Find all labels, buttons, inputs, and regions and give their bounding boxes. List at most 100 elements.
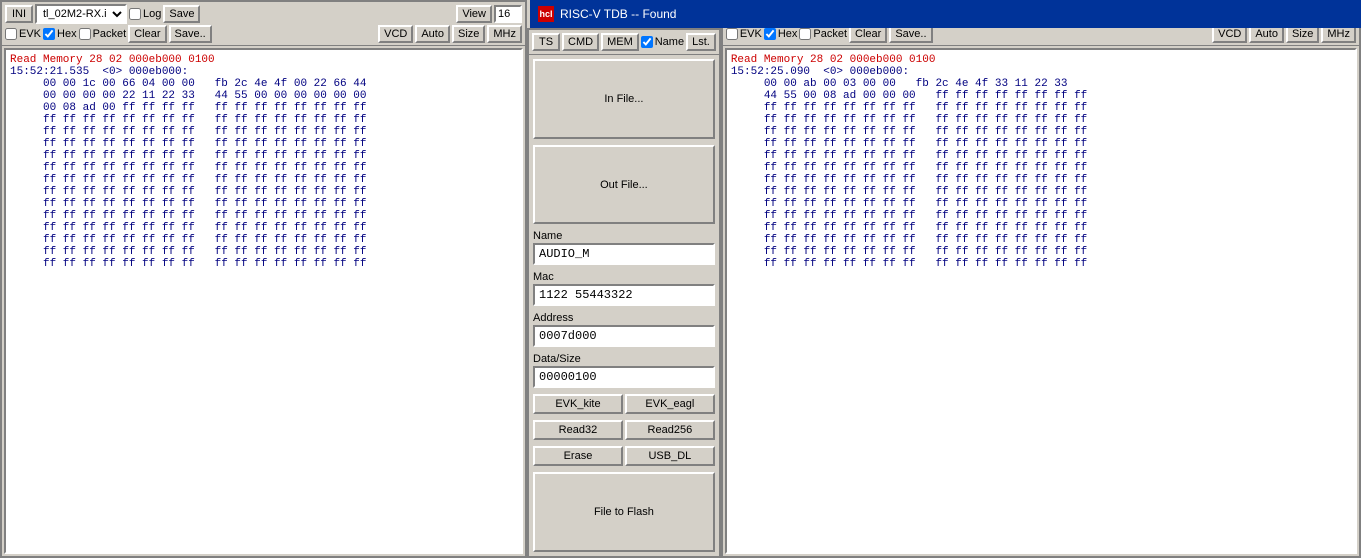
in-file-button[interactable]: In File... bbox=[533, 59, 715, 139]
left-toolbar-row1: INI tl_02M2-RX.i Log Save View bbox=[5, 4, 522, 24]
right-hex-label: Hex bbox=[778, 28, 798, 40]
right-hex-header: Read Memory 28 02 000eb000 0100 bbox=[731, 54, 1351, 66]
ts-button[interactable]: TS bbox=[532, 33, 560, 51]
right-evk-label: EVK bbox=[740, 28, 762, 40]
left-save-dots-button[interactable]: Save.. bbox=[169, 25, 212, 43]
left-hex-line: 00 08 ad 00 ff ff ff ff ff ff ff ff ff f… bbox=[10, 102, 517, 114]
right-hex-line: ff ff ff ff ff ff ff ff ff ff ff ff ff f… bbox=[731, 114, 1351, 126]
erase-button[interactable]: Erase bbox=[533, 446, 623, 466]
right-hex-line: ff ff ff ff ff ff ff ff ff ff ff ff ff f… bbox=[731, 234, 1351, 246]
left-hex-line: ff ff ff ff ff ff ff ff ff ff ff ff ff f… bbox=[10, 114, 517, 126]
left-packet-checkbox[interactable] bbox=[79, 28, 91, 40]
right-hex-line: ff ff ff ff ff ff ff ff ff ff ff ff ff f… bbox=[731, 162, 1351, 174]
right-hex-line: ff ff ff ff ff ff ff ff ff ff ff ff ff f… bbox=[731, 186, 1351, 198]
address-field-group: Address bbox=[533, 312, 715, 347]
left-size-button[interactable]: Size bbox=[452, 25, 485, 43]
right-panel: INI tl_02M2-T0.i Log Save View ▶ EVK Hex… bbox=[721, 0, 1361, 558]
left-packet-label: Packet bbox=[93, 28, 127, 40]
dialog-body: In File... Out File... Name Mac Address … bbox=[529, 55, 719, 556]
right-hex-line: ff ff ff ff ff ff ff ff ff ff ff ff ff f… bbox=[731, 102, 1351, 114]
right-hex-line: ff ff ff ff ff ff ff ff ff ff ff ff ff f… bbox=[731, 126, 1351, 138]
name-field-label: Name bbox=[533, 230, 715, 242]
left-toolbar: INI tl_02M2-RX.i Log Save View EVK Hex P… bbox=[2, 2, 525, 46]
lst-button[interactable]: Lst. bbox=[686, 33, 716, 51]
left-hex-line: ff ff ff ff ff ff ff ff ff ff ff ff ff f… bbox=[10, 222, 517, 234]
main-container: INI tl_02M2-RX.i Log Save View EVK Hex P… bbox=[0, 0, 1361, 558]
left-hex-header: Read Memory 28 02 000eb000 0100 bbox=[10, 54, 517, 66]
right-hex-line: ff ff ff ff ff ff ff ff ff ff ff ff ff f… bbox=[731, 246, 1351, 258]
left-hex-content: Read Memory 28 02 000eb000 0100 15:52:21… bbox=[4, 48, 523, 554]
left-clear-button[interactable]: Clear bbox=[128, 25, 166, 43]
dialog-toolbar: TS CMD MEM Name Lst. bbox=[529, 30, 719, 55]
data-size-input[interactable] bbox=[533, 366, 715, 388]
usb-dl-button[interactable]: USB_DL bbox=[625, 446, 715, 466]
read32-button[interactable]: Read32 bbox=[533, 420, 623, 440]
left-vcd-button[interactable]: VCD bbox=[378, 25, 413, 43]
left-auto-button[interactable]: Auto bbox=[415, 25, 450, 43]
right-hex-checkbox[interactable] bbox=[764, 28, 776, 40]
left-log-label: Log bbox=[143, 8, 161, 20]
left-hex-line: ff ff ff ff ff ff ff ff ff ff ff ff ff f… bbox=[10, 138, 517, 150]
left-log-checkbox[interactable] bbox=[129, 8, 141, 20]
left-panel: INI tl_02M2-RX.i Log Save View EVK Hex P… bbox=[0, 0, 527, 558]
left-hex-line: 00 00 00 00 22 11 22 33 44 55 00 00 00 0… bbox=[10, 90, 517, 102]
address-input[interactable] bbox=[533, 325, 715, 347]
left-view-button[interactable]: View bbox=[456, 5, 492, 23]
data-size-field-label: Data/Size bbox=[533, 353, 715, 365]
right-hex-line: ff ff ff ff ff ff ff ff ff ff ff ff ff f… bbox=[731, 138, 1351, 150]
address-field-label: Address bbox=[533, 312, 715, 324]
cmd-button[interactable]: CMD bbox=[562, 33, 599, 51]
right-hex-line: ff ff ff ff ff ff ff ff ff ff ff ff ff f… bbox=[731, 150, 1351, 162]
erase-btn-row: Erase USB_DL bbox=[533, 446, 715, 466]
left-hex-line: ff ff ff ff ff ff ff ff ff ff ff ff ff f… bbox=[10, 234, 517, 246]
title-text: RISC-V TDB -- Found bbox=[560, 7, 676, 21]
right-hex-line: 00 00 ab 00 03 00 00 fb 2c 4e 4f 33 11 2… bbox=[731, 78, 1351, 90]
right-packet-label: Packet bbox=[813, 28, 847, 40]
data-size-field-group: Data/Size bbox=[533, 353, 715, 388]
right-hex-content: Read Memory 28 02 000eb000 0100 15:52:25… bbox=[725, 48, 1357, 554]
left-ini-button[interactable]: INI bbox=[5, 5, 33, 23]
right-hex-line: ff ff ff ff ff ff ff ff ff ff ff ff ff f… bbox=[731, 174, 1351, 186]
right-hex-line: ff ff ff ff ff ff ff ff ff ff ff ff ff f… bbox=[731, 222, 1351, 234]
right-hex-lines: 00 00 ab 00 03 00 00 fb 2c 4e 4f 33 11 2… bbox=[731, 78, 1351, 270]
left-hex-line: 00 00 1c 00 66 04 00 00 fb 2c 4e 4f 00 2… bbox=[10, 78, 517, 90]
title-bar: hcl RISC-V TDB -- Found bbox=[530, 0, 1361, 28]
left-device-dropdown[interactable]: tl_02M2-RX.i bbox=[35, 4, 127, 24]
left-save-button[interactable]: Save bbox=[163, 5, 200, 23]
left-hex-label: Hex bbox=[57, 28, 77, 40]
right-hex-line: ff ff ff ff ff ff ff ff ff ff ff ff ff f… bbox=[731, 198, 1351, 210]
left-toolbar-row2: EVK Hex Packet Clear Save.. VCD Auto Siz… bbox=[5, 25, 522, 43]
mac-input[interactable] bbox=[533, 284, 715, 306]
left-view-num[interactable] bbox=[494, 5, 522, 23]
left-hex-line: ff ff ff ff ff ff ff ff ff ff ff ff ff f… bbox=[10, 174, 517, 186]
right-hex-line: ff ff ff ff ff ff ff ff ff ff ff ff ff f… bbox=[731, 258, 1351, 270]
dialog-name-label: Name bbox=[655, 36, 684, 48]
left-hex-line: ff ff ff ff ff ff ff ff ff ff ff ff ff f… bbox=[10, 150, 517, 162]
file-to-flash-button[interactable]: File to Flash bbox=[533, 472, 715, 552]
evk-kite-button[interactable]: EVK_kite bbox=[533, 394, 623, 414]
left-hex-line: ff ff ff ff ff ff ff ff ff ff ff ff ff f… bbox=[10, 126, 517, 138]
right-evk-checkbox[interactable] bbox=[726, 28, 738, 40]
dialog-name-checkbox[interactable] bbox=[641, 36, 653, 48]
name-field-group: Name bbox=[533, 230, 715, 265]
left-hex-line: ff ff ff ff ff ff ff ff ff ff ff ff ff f… bbox=[10, 198, 517, 210]
left-mhz-button[interactable]: MHz bbox=[487, 25, 522, 43]
left-hex-line: ff ff ff ff ff ff ff ff ff ff ff ff ff f… bbox=[10, 246, 517, 258]
left-hex-line: ff ff ff ff ff ff ff ff ff ff ff ff ff f… bbox=[10, 162, 517, 174]
evk-eagle-button[interactable]: EVK_eagl bbox=[625, 394, 715, 414]
mac-field-label: Mac bbox=[533, 271, 715, 283]
left-evk-label: EVK bbox=[19, 28, 41, 40]
name-input[interactable] bbox=[533, 243, 715, 265]
out-file-button[interactable]: Out File... bbox=[533, 145, 715, 225]
left-evk-checkbox[interactable] bbox=[5, 28, 17, 40]
mem-button[interactable]: MEM bbox=[601, 33, 639, 51]
right-hex-line: 44 55 00 08 ad 00 00 00 ff ff ff ff ff f… bbox=[731, 90, 1351, 102]
left-hex-checkbox[interactable] bbox=[43, 28, 55, 40]
right-hex-time: 15:52:25.090 <0> 000eb000: bbox=[731, 66, 1351, 78]
read-btn-row: Read32 Read256 bbox=[533, 420, 715, 440]
right-hex-line: ff ff ff ff ff ff ff ff ff ff ff ff ff f… bbox=[731, 210, 1351, 222]
right-packet-checkbox[interactable] bbox=[799, 28, 811, 40]
dialog-panel: TS CMD MEM Name Lst. In File... Out File… bbox=[527, 28, 721, 558]
left-hex-time: 15:52:21.535 <0> 000eb000: bbox=[10, 66, 517, 78]
read256-button[interactable]: Read256 bbox=[625, 420, 715, 440]
